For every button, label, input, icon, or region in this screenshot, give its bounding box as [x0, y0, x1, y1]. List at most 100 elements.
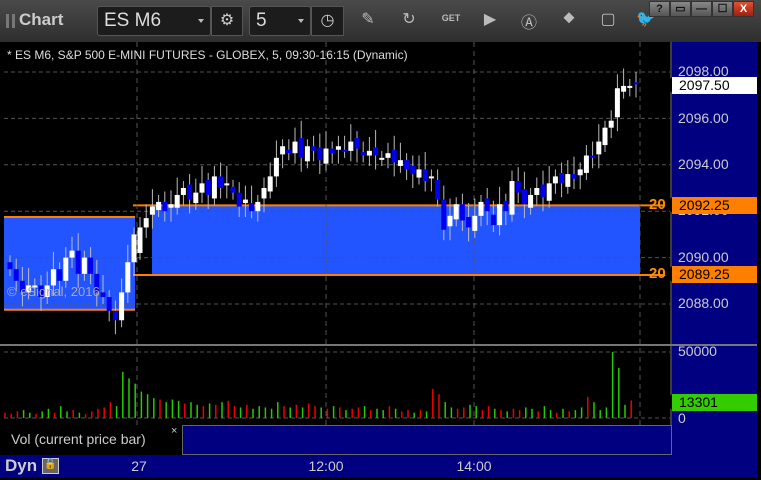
lock-icon[interactable]: 🔓 [42, 458, 59, 474]
candle-body [478, 201, 484, 216]
candle-body [633, 82, 639, 85]
candle-body [149, 206, 155, 215]
candle-body [230, 186, 236, 193]
candle-body [360, 152, 366, 156]
candle-body [242, 199, 248, 204]
candle-body [497, 204, 503, 226]
candle-body [199, 183, 205, 193]
candle-body [106, 297, 112, 311]
candle-body [596, 141, 602, 155]
candle-body [317, 147, 323, 161]
candle-body [422, 169, 428, 182]
candle-body [528, 194, 534, 208]
candle-body [441, 199, 447, 230]
candle-body [583, 155, 589, 173]
candle-body [261, 188, 267, 199]
candle-body [224, 183, 230, 186]
candle-body [50, 269, 56, 286]
candle-body [304, 146, 310, 162]
candle-body [125, 262, 131, 293]
candle-body [255, 201, 261, 212]
price-chart [0, 42, 757, 455]
candle-body [311, 146, 317, 151]
time-axis[interactable]: Dyn 🔓 27 12:00 14:00 [0, 455, 757, 477]
level-high-tag: 2092.25 [664, 197, 757, 214]
candle-body [577, 169, 583, 176]
level-high-label: 20 [649, 196, 666, 213]
candle-body [156, 201, 162, 211]
candle-body [143, 218, 149, 228]
price-label: 2088.00 [678, 295, 729, 311]
candle-body [552, 176, 558, 184]
level-low-label: 20 [649, 265, 666, 282]
candle-body [621, 85, 627, 92]
dynamic-mode-label[interactable]: Dyn [5, 456, 37, 476]
candle-body [211, 176, 217, 199]
candle-body [472, 215, 478, 231]
candle-body [627, 85, 633, 88]
candle-body [490, 214, 496, 226]
candle-body [366, 150, 372, 156]
candle-body [540, 184, 546, 198]
candle-body [435, 179, 441, 200]
candle-body [205, 179, 211, 195]
copyright: © eSignal, 2016 [7, 284, 100, 299]
candle-body [354, 138, 360, 149]
candle-body [69, 250, 75, 258]
candle-body [515, 181, 521, 193]
candle-body [559, 172, 565, 184]
candle-body [391, 149, 397, 163]
candle-body [63, 257, 69, 281]
price-label: 2094.00 [678, 156, 729, 172]
candle-body [348, 141, 354, 151]
opening-range-box [152, 205, 640, 275]
candle-body [137, 227, 143, 253]
candle-body [286, 149, 292, 154]
candle-body [112, 310, 118, 321]
candle-body [335, 146, 341, 150]
close-study-icon[interactable]: × [171, 425, 177, 437]
candle-body [131, 234, 137, 263]
candle-body [174, 194, 180, 208]
candle-body [521, 189, 527, 205]
candle-body [342, 149, 348, 152]
candle-body [13, 269, 19, 281]
candle-body [447, 215, 453, 227]
candle-body [292, 141, 298, 154]
candle-body [565, 174, 571, 187]
candle-body [373, 147, 379, 156]
candle-body [323, 148, 329, 164]
last-price-tag: 2097.50 [664, 77, 757, 94]
candle-body [119, 292, 125, 321]
candle-body [100, 292, 106, 298]
candle-body [608, 120, 614, 128]
candle-body [88, 257, 94, 274]
candle-body [503, 200, 509, 212]
candle-body [187, 184, 193, 200]
candle-body [428, 176, 434, 179]
candle-body [534, 188, 540, 195]
candle-body [509, 181, 515, 215]
candle-body [75, 250, 81, 274]
candle-body [571, 174, 577, 179]
price-label: 2090.00 [678, 249, 729, 265]
volume-study-label[interactable]: Vol (current price bar) [3, 425, 182, 455]
candle-body [546, 183, 552, 201]
candle-body [273, 157, 279, 177]
study-panel [182, 425, 672, 455]
chart-header: * ES M6, S&P 500 E-MINI FUTURES - GLOBEX… [7, 48, 408, 62]
candle-body [193, 192, 199, 204]
candle-body [280, 146, 286, 155]
candle-body [180, 188, 186, 195]
candle-body [298, 138, 304, 158]
candle-body [404, 160, 410, 170]
candle-body [168, 204, 174, 208]
time-label: 14:00 [456, 458, 492, 474]
candle-body [379, 157, 385, 160]
candle-body [484, 198, 490, 212]
candle-body [81, 257, 87, 274]
price-label: 2096.00 [678, 110, 729, 126]
last-volume-tag: 13301 [664, 394, 757, 411]
candle-body [236, 192, 242, 207]
candle-body [57, 269, 63, 281]
